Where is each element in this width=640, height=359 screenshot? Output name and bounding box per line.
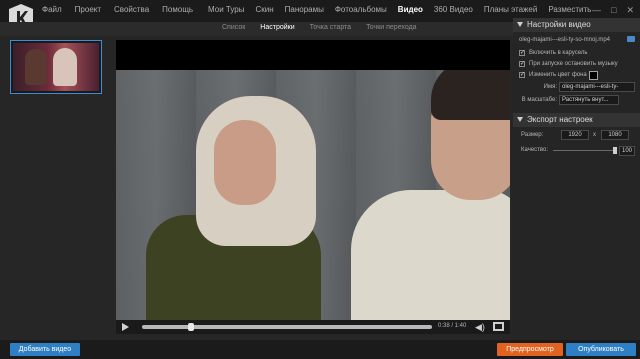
bg-color-swatch[interactable] xyxy=(589,71,598,80)
quality-slider[interactable] xyxy=(553,150,615,151)
checkbox-icon[interactable]: ✓ xyxy=(519,61,525,67)
option-stop-music[interactable]: ✓ При запуске остановить музыку xyxy=(513,59,640,70)
subtab-settings[interactable]: Настройки xyxy=(260,24,294,31)
checkbox-icon[interactable]: ✓ xyxy=(519,50,525,56)
tab-floor-plans[interactable]: Планы этажей xyxy=(484,5,537,14)
video-player: 0:38 / 1:40 ◀) xyxy=(116,40,510,334)
option-bg-color[interactable]: ✓ Изменить цвет фона xyxy=(513,70,640,81)
checkbox-icon[interactable]: ✓ xyxy=(519,72,525,78)
option-loop[interactable]: ✓ Включить в карусель xyxy=(513,48,640,59)
menu-help[interactable]: Помощь xyxy=(162,5,193,14)
quality-input[interactable]: 100 xyxy=(619,146,635,156)
video-thumbnail[interactable] xyxy=(10,40,102,94)
name-field-row: Имя: oleg-majami---esli-ty- xyxy=(513,81,640,94)
add-video-button[interactable]: Добавить видео xyxy=(10,343,80,356)
volume-icon[interactable]: ◀) xyxy=(475,322,485,332)
tab-my-tours[interactable]: Мои Туры xyxy=(208,5,244,14)
collapse-icon xyxy=(517,117,523,122)
app-window: Файл Проект Свойства Помощь Мои Туры Ски… xyxy=(0,0,640,359)
tab-panoramas[interactable]: Панорамы xyxy=(285,5,324,14)
file-row: oleg-majami---esli-ty-so-mnoj.mp4 xyxy=(513,32,640,48)
quality-slider-handle[interactable] xyxy=(613,147,617,154)
close-icon[interactable]: ✕ xyxy=(626,5,634,16)
play-icon[interactable] xyxy=(122,323,129,331)
name-input[interactable]: oleg-majami---esli-ty- xyxy=(559,82,635,92)
section-tabs: Мои Туры Скин Панорамы Фотоальбомы Видео… xyxy=(208,5,591,14)
subtab-start-point[interactable]: Точка старта xyxy=(310,24,351,31)
window-controls: — □ ✕ xyxy=(592,5,634,16)
minimize-icon[interactable]: — xyxy=(592,5,601,16)
size-row: Размер: 1920 x 1080 xyxy=(513,127,640,143)
thumbnail-image xyxy=(13,43,99,91)
width-input[interactable]: 1920 xyxy=(561,130,589,140)
menu-properties[interactable]: Свойства xyxy=(114,5,149,14)
scale-field-row: В масштабе: Растянуть внут... xyxy=(513,94,640,107)
publish-button[interactable]: Опубликовать xyxy=(566,343,636,356)
player-controls: 0:38 / 1:40 ◀) xyxy=(116,320,510,334)
preview-button[interactable]: Предпросмотр xyxy=(497,343,563,356)
video-list-panel xyxy=(0,36,112,340)
time-readout: 0:38 / 1:40 xyxy=(438,323,467,329)
maximize-icon[interactable]: □ xyxy=(611,5,616,16)
file-name: oleg-majami---esli-ty-so-mnoj.mp4 xyxy=(519,37,611,43)
size-label: Размер: xyxy=(521,132,544,138)
quality-label: Качество: xyxy=(521,147,549,153)
height-input[interactable]: 1080 xyxy=(601,130,629,140)
scale-select[interactable]: Растянуть внут... xyxy=(559,95,619,105)
fullscreen-icon[interactable] xyxy=(493,322,504,331)
export-settings-header[interactable]: Экспорт настроек xyxy=(513,113,640,127)
seek-bar[interactable] xyxy=(142,325,432,329)
video-frame xyxy=(116,70,510,320)
tab-publish-place[interactable]: Разместить xyxy=(548,5,591,14)
seek-handle[interactable] xyxy=(188,323,195,331)
scale-label: В масштабе: xyxy=(521,97,557,103)
tab-video[interactable]: Видео xyxy=(398,5,423,14)
bottom-bar: Добавить видео Предпросмотр Опубликовать xyxy=(0,340,640,359)
quality-row: Качество: 100 xyxy=(513,143,640,157)
tab-skin[interactable]: Скин xyxy=(255,5,273,14)
name-label: Имя: xyxy=(543,84,557,90)
subtab-list[interactable]: Список xyxy=(222,24,245,31)
video-settings-header[interactable]: Настройки видео xyxy=(513,18,640,32)
main-menu: Файл Проект Свойства Помощь xyxy=(42,5,193,14)
tab-360-video[interactable]: 360 Видео xyxy=(434,5,473,14)
folder-icon[interactable] xyxy=(627,36,635,42)
collapse-icon xyxy=(517,22,523,27)
size-separator: x xyxy=(593,132,596,138)
tab-photo-albums[interactable]: Фотоальбомы xyxy=(335,5,387,14)
subtab-transition-points[interactable]: Точки перехода xyxy=(366,24,417,31)
menu-project[interactable]: Проект xyxy=(75,5,101,14)
settings-panel: Настройки видео oleg-majami---esli-ty-so… xyxy=(513,18,640,340)
menu-file[interactable]: Файл xyxy=(42,5,62,14)
